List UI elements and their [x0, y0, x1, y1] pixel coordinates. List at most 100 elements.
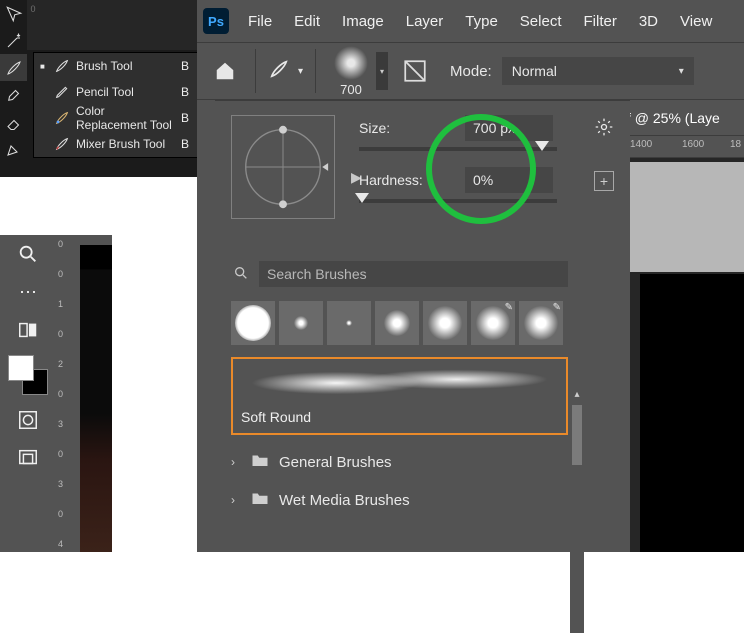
slider-thumb[interactable]: [535, 141, 549, 151]
more-tools[interactable]: ⋯: [0, 273, 56, 311]
menu-filter[interactable]: Filter: [573, 0, 628, 42]
document-tab[interactable]: tif @ 25% (Laye: [612, 100, 744, 136]
brush-preset[interactable]: ✎: [519, 301, 563, 345]
brush-angle-picker[interactable]: [231, 115, 335, 219]
brush-preset-row: ✎ ✎: [215, 301, 630, 357]
selected-brush-name: Soft Round: [241, 409, 558, 425]
ruler-tick: 1: [58, 299, 78, 309]
hardness-label: Hardness:: [359, 172, 455, 188]
chevron-down-icon: ▾: [298, 66, 303, 77]
scroll-up-icon[interactable]: ▴: [570, 387, 584, 401]
blend-mode-value: Normal: [512, 63, 557, 79]
edit-toolbar-button[interactable]: [0, 311, 56, 349]
brush-tool[interactable]: [0, 54, 27, 81]
ruler-tick: 18: [730, 139, 741, 150]
doc-tab-small-label: 0: [30, 4, 35, 14]
canvas-slice-b: [80, 245, 112, 552]
menu-layer[interactable]: Layer: [395, 0, 455, 42]
pen-tool[interactable]: [0, 135, 27, 162]
left-tool-panel-a: 0 ■ Brush Tool B Pencil Tool B Color Rep…: [0, 0, 198, 177]
brush-list-scrollbar[interactable]: ▴: [570, 387, 584, 633]
brush-search-input[interactable]: [259, 261, 568, 287]
flyout-label: Brush Tool: [76, 59, 175, 73]
flyout-item-brush[interactable]: ■ Brush Tool B: [34, 53, 197, 79]
menu-view[interactable]: View: [669, 0, 723, 42]
brush-preset[interactable]: [375, 301, 419, 345]
brush-preset[interactable]: [423, 301, 467, 345]
brush-preview-picker[interactable]: 700 ▾: [328, 46, 388, 97]
chevron-down-icon: ▾: [679, 66, 684, 77]
flyout-item-color-replacement[interactable]: Color Replacement Tool B: [34, 105, 197, 131]
options-bar: ▾ 700 ▾ Mode: Normal ▾: [197, 42, 744, 100]
canvas-area[interactable]: [612, 158, 744, 552]
chevron-right-icon: ›: [231, 455, 241, 469]
brush-preview-blob: [334, 46, 368, 80]
quickmask-toggle[interactable]: [0, 401, 56, 439]
hardness-slider[interactable]: [359, 199, 557, 203]
brush-folders: › General Brushes › Wet Media Brushes: [215, 443, 630, 519]
menu-edit[interactable]: Edit: [283, 0, 331, 42]
wand-tool[interactable]: [0, 27, 27, 54]
chevron-down-icon[interactable]: ▾: [376, 52, 388, 90]
ruler-tick: 0: [58, 239, 78, 249]
brush-preset[interactable]: ✎: [471, 301, 515, 345]
color-swatches[interactable]: [8, 355, 48, 395]
color-replacement-icon: [54, 109, 70, 127]
size-input[interactable]: 700 px: [465, 115, 553, 141]
ruler-tick: 4: [58, 539, 78, 549]
document-tab-label: tif @ 25% (Laye: [620, 110, 720, 126]
flyout-shortcut: B: [181, 137, 189, 151]
ruler-tick: 0: [58, 329, 78, 339]
canvas-content: [640, 274, 744, 552]
menu-image[interactable]: Image: [331, 0, 395, 42]
brush-panel-toggle[interactable]: [398, 54, 432, 88]
brush-folder[interactable]: › Wet Media Brushes: [231, 481, 614, 519]
size-label: Size:: [359, 120, 455, 136]
doc-tab-small: 0: [27, 0, 39, 50]
menu-select[interactable]: Select: [509, 0, 573, 42]
pencil-icon: [54, 83, 70, 101]
menu-3d[interactable]: 3D: [628, 0, 669, 42]
flyout-item-pencil[interactable]: Pencil Tool B: [34, 79, 197, 105]
scrollbar-thumb[interactable]: [572, 405, 582, 465]
app-logo: Ps: [203, 8, 229, 34]
pin-icon: ✎: [553, 302, 561, 313]
brush-preset[interactable]: [279, 301, 323, 345]
brush-preset[interactable]: [327, 301, 371, 345]
menu-file[interactable]: File: [237, 0, 283, 42]
ruler-tick: 1400: [630, 139, 652, 150]
screenmode-toggle[interactable]: [0, 439, 56, 477]
flyout-label: Color Replacement Tool: [76, 104, 175, 132]
folder-icon: [251, 452, 269, 472]
ruler-tick: 0: [58, 389, 78, 399]
flyout-item-mixer-brush[interactable]: Mixer Brush Tool B: [34, 131, 197, 157]
menu-type[interactable]: Type: [454, 0, 509, 42]
ruler-tick: 1600: [682, 139, 704, 150]
brush-preset[interactable]: [231, 301, 275, 345]
brush-icon: [268, 58, 290, 85]
zoom-tool[interactable]: [0, 235, 56, 273]
flyout-shortcut: B: [181, 85, 189, 99]
blend-mode-select[interactable]: Normal ▾: [502, 57, 694, 85]
ruler-tick: 2: [58, 359, 78, 369]
vertical-ruler-b: 0 0 1 0 2 0 3 0 3 0 4: [56, 235, 80, 552]
divider: [255, 49, 256, 93]
divider: [315, 49, 316, 93]
hardness-input[interactable]: 0%: [465, 167, 553, 193]
eraser-tool[interactable]: [0, 108, 27, 135]
pin-icon: ✎: [505, 302, 513, 313]
slider-thumb[interactable]: [355, 193, 369, 203]
left-tool-panel-b: 0 0 1 0 2 0 3 0 3 0 4 ⋯: [0, 235, 112, 552]
selected-brush-preview[interactable]: Soft Round: [231, 357, 568, 435]
ruler-tick: 3: [58, 479, 78, 489]
brush-folder[interactable]: › General Brushes: [231, 443, 614, 481]
tool-column-a: [0, 0, 27, 162]
flyout-label: Pencil Tool: [76, 85, 175, 99]
home-button[interactable]: [207, 53, 243, 89]
move-tool[interactable]: [0, 0, 27, 27]
flyout-shortcut: B: [181, 111, 189, 125]
healing-tool[interactable]: [0, 81, 27, 108]
size-slider[interactable]: [359, 147, 557, 151]
fg-color-swatch[interactable]: [8, 355, 34, 381]
tool-preset-picker[interactable]: ▾: [268, 58, 303, 85]
